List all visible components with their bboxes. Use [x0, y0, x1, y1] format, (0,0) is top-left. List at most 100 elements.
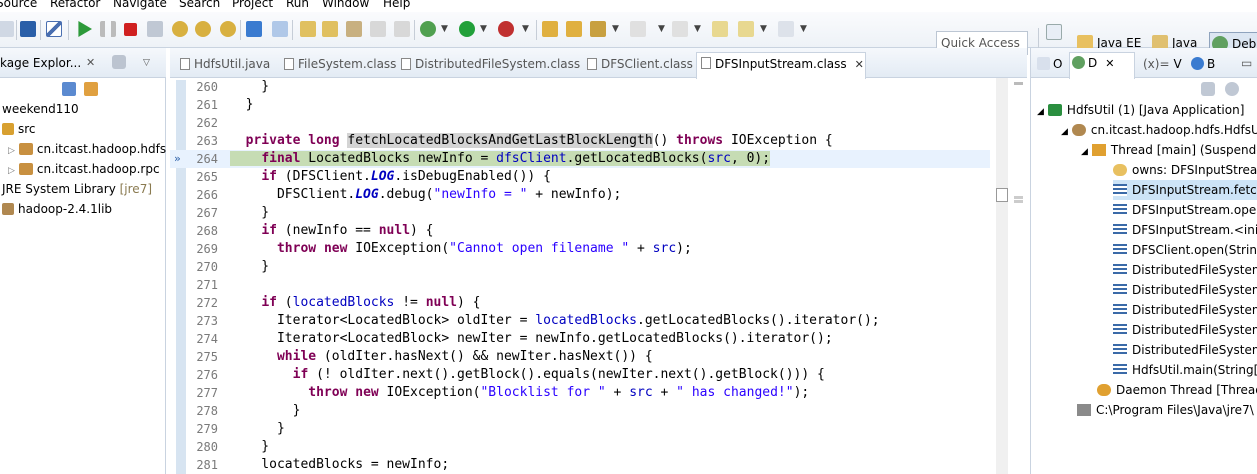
back-dropdown-icon[interactable]: ▼	[760, 24, 767, 34]
code-line: 276 if (! oldIter.next().getBlock().equa…	[196, 367, 825, 382]
stack-frame[interactable]: DistributedFileSystem	[1113, 280, 1257, 300]
toolbar-icon[interactable]	[0, 21, 14, 37]
expand-arrow-icon[interactable]: ▷	[8, 166, 15, 176]
close-icon[interactable]: ✕	[855, 58, 864, 71]
menu-help[interactable]: Help	[383, 0, 410, 11]
debug-icon[interactable]	[420, 21, 436, 37]
menu-navigate[interactable]: Navigate	[113, 0, 167, 11]
stack-frame-selected[interactable]: DFSInputStream.fetch	[1113, 180, 1257, 200]
menu-project[interactable]: Project	[232, 0, 273, 11]
stack-frame[interactable]: DFSClient.open(String	[1113, 240, 1257, 260]
new-package-icon[interactable]	[542, 21, 558, 37]
code-line: 279 }	[196, 421, 285, 436]
editor-vertical-scrollbar[interactable]	[996, 78, 1008, 474]
tab-filesystem[interactable]: FileSystem.class	[280, 54, 396, 78]
stack-frame-icon	[1113, 204, 1127, 216]
search-dropdown-icon[interactable]: ▼	[612, 24, 619, 34]
tree-item-package-hdfs[interactable]: ▷ cn.itcast.hadoop.hdfs	[8, 139, 166, 159]
use-step-filters-icon[interactable]	[272, 21, 288, 37]
step-over-icon[interactable]	[195, 21, 211, 37]
stack-frame[interactable]: DistributedFileSystem	[1113, 340, 1257, 360]
link-with-editor-icon[interactable]	[84, 82, 98, 96]
close-icon[interactable]: ✕	[86, 56, 95, 69]
remove-terminated-icon[interactable]	[1201, 82, 1215, 96]
tree-item-lib[interactable]: hadoop-2.4.1lib	[2, 199, 112, 219]
code-line: 275 while (oldIter.hasNext() && newIter.…	[196, 349, 653, 364]
thread-item[interactable]: ◢ Thread [main] (Suspende	[1081, 140, 1257, 160]
view-menu-icon[interactable]	[112, 55, 126, 69]
annotation-icon[interactable]	[630, 21, 646, 37]
run-dropdown-icon[interactable]: ▼	[480, 24, 487, 34]
back-icon[interactable]	[738, 21, 754, 37]
tab-dfsinputstream[interactable]: DFSInputStream.class ✕	[696, 52, 866, 79]
menu-source[interactable]: Source	[0, 0, 37, 11]
tree-item-project[interactable]: weekend110	[2, 99, 79, 119]
menu-search[interactable]: Search	[179, 0, 220, 11]
step-into-icon[interactable]	[172, 21, 188, 37]
expand-arrow-icon[interactable]: ▷	[8, 146, 15, 156]
daemon-thread-item[interactable]: Daemon Thread [Thread	[1097, 380, 1257, 400]
tool-icon[interactable]	[394, 21, 410, 37]
stack-frame[interactable]: DistributedFileSystem	[1113, 300, 1257, 320]
tree-item-src[interactable]: src	[2, 119, 36, 139]
tab-dfsclient[interactable]: DFSClient.class	[583, 54, 693, 78]
process-item[interactable]: C:\Program Files\Java\jre7\	[1077, 400, 1254, 420]
code-area[interactable]: 260 } 261 } 262 263 private long fetchLo…	[170, 78, 990, 474]
suspend-icon[interactable]	[100, 21, 116, 37]
overview-ruler[interactable]	[1012, 78, 1026, 474]
skip-breakpoints-icon[interactable]	[46, 21, 62, 37]
external-tools-icon[interactable]	[498, 21, 514, 37]
tab-distributedfilesystem[interactable]: DistributedFileSystem.class	[397, 54, 580, 78]
forward-icon[interactable]	[778, 21, 794, 37]
prev-annotation-dropdown-icon[interactable]: ▼	[694, 24, 701, 34]
debug-dropdown-icon[interactable]: ▼	[441, 24, 448, 34]
tool-icon[interactable]	[346, 21, 362, 37]
stack-frame[interactable]: DFSInputStream.<init	[1113, 220, 1257, 240]
annotation-dropdown-icon[interactable]: ▼	[658, 24, 665, 34]
outline-icon	[1037, 57, 1050, 70]
view-menu-icon[interactable]	[1225, 82, 1239, 96]
tree-item-jre[interactable]: JRE System Library [jre7]	[2, 179, 152, 199]
tool-icon[interactable]	[300, 21, 316, 37]
menu-window[interactable]: Window	[322, 0, 369, 11]
stack-frame[interactable]: DistributedFileSystem	[1113, 260, 1257, 280]
minimize-icon[interactable]: ▭	[1241, 56, 1252, 70]
tool-icon[interactable]	[370, 21, 386, 37]
close-icon[interactable]: ✕	[1105, 57, 1114, 70]
code-text: DFSClient.LOG.debug("newInfo = " + newIn…	[230, 187, 622, 202]
drop-to-frame-icon[interactable]	[246, 21, 262, 37]
tab-debug[interactable]: D ✕	[1069, 52, 1135, 79]
tab-hdfsutil[interactable]: HdfsUtil.java	[176, 54, 270, 78]
stack-frame[interactable]: HdfsUtil.main(String[]	[1113, 360, 1257, 380]
tab-breakpoints[interactable]: B	[1189, 54, 1215, 78]
open-type-icon[interactable]	[566, 21, 582, 37]
terminate-icon[interactable]	[124, 23, 137, 36]
last-edit-icon[interactable]	[712, 21, 728, 37]
tab-outline[interactable]: O	[1035, 54, 1062, 78]
vm-item[interactable]: ◢ cn.itcast.hadoop.hdfs.HdfsU	[1061, 120, 1257, 140]
menu-refactor[interactable]: Refactor	[50, 0, 100, 11]
forward-dropdown-icon[interactable]: ▼	[800, 24, 807, 34]
monitor-item[interactable]: owns: DFSInputStrear	[1113, 160, 1257, 180]
package-explorer-tab[interactable]: kage Explor... ✕ ▽	[0, 48, 166, 78]
stack-frame[interactable]: DistributedFileSystem	[1113, 320, 1257, 340]
disconnect-icon[interactable]	[147, 21, 163, 37]
step-return-icon[interactable]	[220, 21, 236, 37]
tool-icon[interactable]	[322, 21, 338, 37]
search-icon[interactable]	[590, 21, 606, 37]
chevron-down-icon[interactable]: ▽	[143, 58, 150, 68]
open-perspective-icon[interactable]	[1046, 24, 1062, 40]
scrollbar-thumb[interactable]	[996, 188, 1008, 202]
resume-icon[interactable]	[78, 21, 92, 37]
stack-frame[interactable]: DFSInputStream.oper	[1113, 200, 1257, 220]
tab-variables[interactable]: (x)= V	[1139, 54, 1182, 78]
prev-annotation-icon[interactable]	[672, 21, 688, 37]
run-icon[interactable]	[459, 21, 475, 37]
class-file-icon	[701, 57, 711, 69]
launch-item[interactable]: ◢ HdfsUtil (1) [Java Application]	[1037, 100, 1244, 120]
collapse-all-icon[interactable]	[62, 82, 76, 96]
external-tools-dropdown-icon[interactable]: ▼	[522, 24, 529, 34]
tree-item-package-rpc[interactable]: ▷ cn.itcast.hadoop.rpc	[8, 159, 160, 179]
console-icon[interactable]	[20, 21, 36, 37]
menu-run[interactable]: Run	[286, 0, 309, 11]
